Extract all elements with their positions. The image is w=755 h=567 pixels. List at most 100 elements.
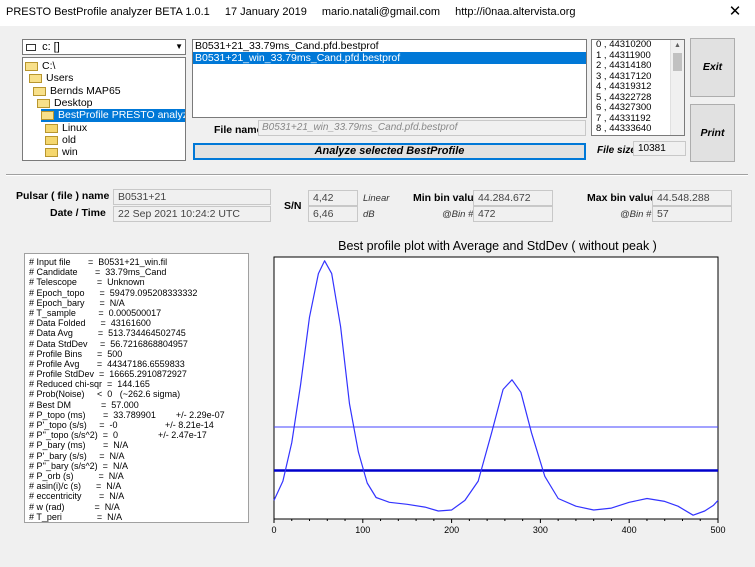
min-bin-at-label: @Bin # — [442, 209, 474, 220]
app-date: 17 January 2019 — [224, 6, 307, 18]
open-folder-icon — [41, 111, 54, 121]
bin-values-list[interactable]: 0 , 44310200 1 , 44311900 2 , 44314180 3 , … — [591, 39, 685, 136]
max-bin-label: Max bin value — [587, 192, 656, 204]
info-line: # P''_topo (s/s^2) = 0 +/- 2.47e-17 — [29, 430, 207, 441]
file-name-label: File name — [214, 124, 263, 136]
info-line: # Epoch_topo = 59479.095208333332 — [29, 287, 198, 298]
drive-label: c: [] — [42, 41, 60, 53]
directory-item[interactable]: BestProfile PRESTO analyzer 1.0.1.e — [41, 109, 185, 123]
directory-item[interactable]: C:\ — [25, 60, 55, 73]
file-list[interactable]: B0531+21_33.79ms_Cand.pfd.bestprof B0531+… — [192, 39, 587, 118]
folder-icon — [45, 123, 58, 133]
open-folder-icon — [33, 86, 46, 96]
file-item[interactable]: B0531+21_win_33.79ms_Cand.pfd.bestprof — [193, 52, 586, 64]
directory-list[interactable]: C:\ Users Bernds MAP65 Desktop BestProfile P… — [22, 57, 186, 161]
x-tick-label: 400 — [622, 525, 637, 535]
max-bin-field: 44.548.288 — [652, 190, 732, 206]
bin-list-scrollbar[interactable]: ▲ — [670, 40, 684, 135]
info-line: # Profile StdDev = 16665.2910872927 — [29, 369, 187, 380]
directory-item[interactable]: win — [45, 146, 78, 159]
info-line: # asin(i)/c (s) = N/A — [29, 481, 122, 492]
folder-icon — [45, 148, 58, 158]
open-folder-icon — [37, 98, 50, 108]
window-title: PRESTO BestProfile analyzer BETA 1.0.1 1… — [6, 6, 588, 18]
sn-db-unit: dB — [363, 209, 375, 220]
info-line: # Reduced chi-sqr = 144.165 — [29, 379, 150, 390]
app-email: mario.natali@gmail.com — [321, 6, 441, 18]
directory-item[interactable]: Linux — [45, 122, 87, 135]
folder-icon — [45, 135, 58, 145]
info-line: # P_bary (ms) = N/A — [29, 440, 129, 451]
file-size-field: 10381 — [633, 141, 686, 156]
directory-item[interactable]: Users — [29, 72, 73, 85]
chart-title: Best profile plot with Average and StdDe… — [338, 239, 657, 253]
x-tick-label: 300 — [533, 525, 548, 535]
min-bin-index-field: 472 — [473, 206, 553, 222]
info-line: # P''_bary (s/s^2) = N/A — [29, 460, 128, 471]
directory-item[interactable]: Bernds MAP65 — [33, 85, 121, 98]
x-tick-label: 100 — [355, 525, 370, 535]
app-name: PRESTO BestProfile analyzer BETA 1.0.1 — [6, 6, 210, 18]
file-size-label: File size — [597, 145, 636, 156]
info-line: # Best DM = 57.000 — [29, 399, 139, 410]
x-tick-label: 500 — [710, 525, 725, 535]
file-item[interactable]: B0531+21_33.79ms_Cand.pfd.bestprof — [193, 40, 586, 52]
info-line: # w (rad) = N/A — [29, 501, 120, 512]
info-line: # P_orb (s) = N/A — [29, 470, 124, 481]
info-line: # Epoch_bary = N/A — [29, 297, 125, 308]
bestprof-info-box[interactable]: # Input file = B0531+21_win.fil # Candida… — [24, 253, 249, 523]
exit-button[interactable]: Exit — [690, 38, 735, 97]
window-titlebar: PRESTO BestProfile analyzer BETA 1.0.1 1… — [0, 0, 755, 26]
info-line: # P'_bary (s/s) = N/A — [29, 450, 125, 461]
info-line: # Profile Avg = 44347186.6559833 — [29, 358, 185, 369]
datetime-field: 22 Sep 2021 10:24:2 UTC — [113, 206, 271, 222]
datetime-label: Date / Time — [50, 207, 106, 219]
pulsar-name-field: B0531+21 — [113, 189, 271, 205]
directory-label: Users — [46, 72, 74, 85]
file-name-field: B0531+21_win_33.79ms_Cand.pfd.bestprof — [258, 120, 586, 136]
chevron-down-icon[interactable]: ▼ — [175, 40, 183, 54]
directory-item[interactable]: old — [45, 134, 76, 147]
info-line: # Data Avg = 513.734464502745 — [29, 328, 186, 339]
sn-linear-unit: Linear — [363, 193, 390, 204]
info-line: # Input file = B0531+21_win.fil — [29, 257, 168, 267]
open-folder-icon — [25, 62, 38, 71]
max-bin-at-label: @Bin # — [620, 209, 652, 220]
sn-linear-field: 4,42 — [308, 190, 358, 206]
info-line: # Telescope = Unknown — [29, 277, 145, 288]
info-line: # Data StdDev = 56.7216868804957 — [29, 338, 188, 349]
info-line: # P'_topo (s/s) = -0 +/- 8.21e-14 — [29, 420, 214, 430]
sn-label: S/N — [284, 200, 302, 212]
print-button[interactable]: Print — [690, 104, 735, 162]
drive-select[interactable]: c: [] ▼ — [22, 39, 186, 55]
x-tick-label: 0 — [271, 525, 276, 535]
analyze-button[interactable]: Analyze selected BestProfile — [193, 143, 586, 160]
x-tick-label: 200 — [444, 525, 459, 535]
min-bin-label: Min bin value — [413, 192, 480, 204]
directory-label: BestProfile PRESTO analyzer 1.0.1.e — [58, 109, 185, 122]
info-line: # Prob(Noise) < 0 (~262.6 sigma) — [29, 389, 181, 400]
profile-chart: 0 100 200 300 400 500 — [271, 256, 726, 535]
max-bin-index-field: 57 — [652, 206, 732, 222]
info-line: # Candidate = 33.79ms_Cand — [29, 267, 167, 278]
info-line: # P_topo (ms) = 33.789901 +/- 2.29e-07 — [29, 409, 225, 420]
sn-db-field: 6,46 — [308, 206, 358, 222]
drive-icon — [26, 43, 36, 51]
info-line: # Profile Bins = 500 — [29, 348, 123, 359]
directory-label: Desktop — [54, 96, 93, 109]
scroll-up-icon[interactable]: ▲ — [671, 40, 684, 52]
min-bin-field: 44.284.672 — [473, 190, 553, 206]
info-line: # eccentricity = N/A — [29, 491, 125, 502]
directory-item[interactable]: Desktop — [37, 97, 93, 110]
directory-label: Linux — [62, 121, 88, 134]
directory-label: C:\ — [42, 60, 56, 72]
directory-label: old — [62, 133, 77, 146]
scrollbar-thumb[interactable] — [673, 53, 682, 71]
open-folder-icon — [29, 74, 42, 84]
close-window-button[interactable]: ✕ — [715, 0, 755, 26]
info-line: # T_sample = 0.000500017 — [29, 307, 162, 318]
app-website: http://i0naa.altervista.org — [455, 6, 576, 18]
pulsar-name-label: Pulsar ( file ) name — [16, 190, 110, 202]
section-divider — [6, 174, 748, 176]
close-icon: ✕ — [728, 3, 742, 20]
